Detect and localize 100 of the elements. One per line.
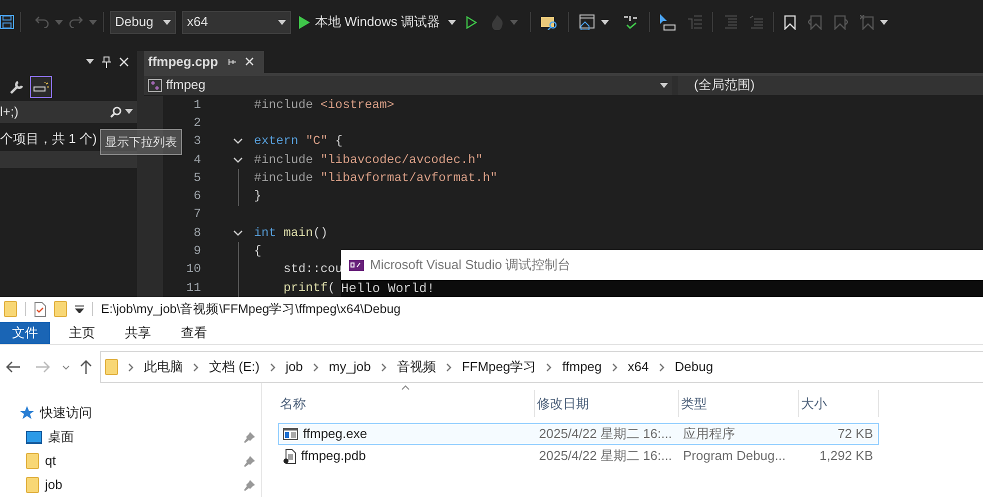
console-icon [349,260,364,270]
chevron-right-icon [658,362,665,372]
pin-icon[interactable] [226,58,238,66]
ribbon-tab[interactable]: 共享 [110,322,166,344]
code-line: #include <iostream> [254,96,394,114]
size-cell-text: 1,292 KB [818,447,874,466]
code-line: printf( [282,280,336,297]
cursor-icon[interactable] [660,14,676,31]
address-bar[interactable]: 此电脑 文档 (E:) job my_job 音视频 FFMpeg学习 ffmpeg x64 Debug [100,351,983,383]
project-icon [148,78,162,92]
back-icon[interactable] [6,361,20,373]
new-folder-icon [54,301,67,318]
caret-icon [510,20,518,25]
file-row[interactable]: ffmpeg.exe 2025/4/22 星期二 16:... 应用程序 72 KB [278,423,879,445]
folder-search-icon[interactable] [540,14,558,30]
type-cell-text: Program Debug... [682,447,787,466]
close-icon[interactable] [245,57,254,66]
caret-icon [55,20,63,25]
close-icon[interactable] [119,56,129,67]
search-icon [110,106,122,118]
breadcrumb[interactable]: job [286,357,303,377]
nav-item[interactable]: 桌面 [0,425,261,449]
breadcrumb[interactable]: 此电脑 [144,357,183,377]
ribbon-tab[interactable]: 主页 [54,322,110,344]
collapse-icon[interactable] [233,138,243,144]
nav-item[interactable]: job [0,473,261,497]
chevron-right-icon [380,362,387,372]
bookmark-icon[interactable] [784,14,796,30]
recent-locations-icon[interactable] [62,364,70,370]
file-name: ffmpeg.exe [303,425,368,444]
collapse-icon[interactable] [233,230,243,236]
project-dropdown[interactable]: ffmpeg [144,76,672,95]
breadcrumb[interactable]: my_job [328,357,371,377]
caret-icon [880,20,888,25]
size-cell-text: 72 KB [836,425,874,444]
breadcrumb[interactable]: x64 [628,357,649,377]
nav-item[interactable]: qt [0,449,261,473]
modified-cell-text: 2025/4/22 星期二 16:... [538,425,673,444]
code-line: int main() [254,224,328,242]
code-line: #include "libavformat/avformat.h" [254,170,498,187]
platform-dropdown[interactable]: x64 [182,10,291,34]
properties-icon[interactable] [34,302,46,317]
solution-summary: 个项目，共 1 个) [0,130,97,147]
nav-item[interactable]: 快速访问 [0,401,261,425]
breadcrumb[interactable]: FFMpeg学习 [462,357,536,377]
chevron-right-icon [446,362,452,372]
line-number: 1 [194,96,201,114]
breadcrumb[interactable]: Debug [674,357,714,377]
start-debugging-button[interactable]: 本地 Windows 调试器 [297,10,442,34]
view-icon [33,82,49,92]
chevron-right-icon [612,362,618,372]
pin-icon[interactable] [102,56,111,68]
play-outline-icon[interactable] [466,16,477,29]
up-icon[interactable] [80,360,92,374]
toolbar-toggle[interactable] [30,76,52,98]
code-line: #include "libavcodec/avcodec.h" [254,152,483,169]
line-number: 6 [194,188,201,206]
chevron-right-icon [546,362,552,372]
caret-icon [86,59,94,64]
folder-icon [4,301,17,318]
star-icon [20,406,34,420]
editor-tab[interactable]: ffmpeg.cpp [144,50,264,73]
folder-icon [26,453,39,469]
breadcrumb[interactable]: ffmpeg [562,357,602,377]
save-icon[interactable] [0,15,14,30]
window-home-icon[interactable] [578,14,595,30]
breadcrumb[interactable]: 音视频 [396,357,436,377]
column-header[interactable]: 修改日期 [535,390,679,417]
column-header[interactable]: 名称 [278,390,535,417]
chevron-right-icon [270,362,276,372]
caret-icon [163,20,171,25]
type-cell-text: 应用程序 [682,425,736,444]
window-title: E:\job\my_job\音视频\FFMpeg学习\ffmpeg\x64\Debug [101,301,401,318]
code-line: } [254,188,262,206]
column-header[interactable]: 大小 [799,390,879,417]
code-line: extern "C" { [254,133,343,150]
scope-dropdown[interactable]: (全局范围) [678,76,983,95]
configuration-dropdown[interactable]: Debug [110,10,176,34]
modified-cell-text: 2025/4/22 星期二 16:... [538,447,673,466]
code-line: { [254,243,262,260]
folder-icon [26,477,39,493]
line-number: 7 [194,206,201,224]
column-header[interactable]: 类型 [679,390,799,417]
search-field[interactable]: l+;) [0,100,137,123]
line-number: 11 [186,280,201,297]
ribbon-tab[interactable]: 查看 [166,322,222,344]
folder-icon [105,359,118,375]
line-number: 3 [194,133,201,150]
breadcrumb[interactable]: 文档 (E:) [209,357,260,377]
caret-icon [278,20,286,25]
caret-icon [660,82,668,88]
customize-icon[interactable] [75,305,84,314]
file-row[interactable]: ffmpeg.pdb 2025/4/22 星期二 16:... Program Debug... 1,292 KB [278,445,879,467]
line-number: 9 [194,243,201,260]
ribbon-tab[interactable]: 文件 [0,322,50,344]
line-number: 2 [194,114,201,132]
file-name: ffmpeg.pdb [301,447,366,466]
console-output: Hello World! [341,280,436,297]
collapse-icon[interactable] [233,156,243,163]
chevron-right-icon [193,362,199,372]
